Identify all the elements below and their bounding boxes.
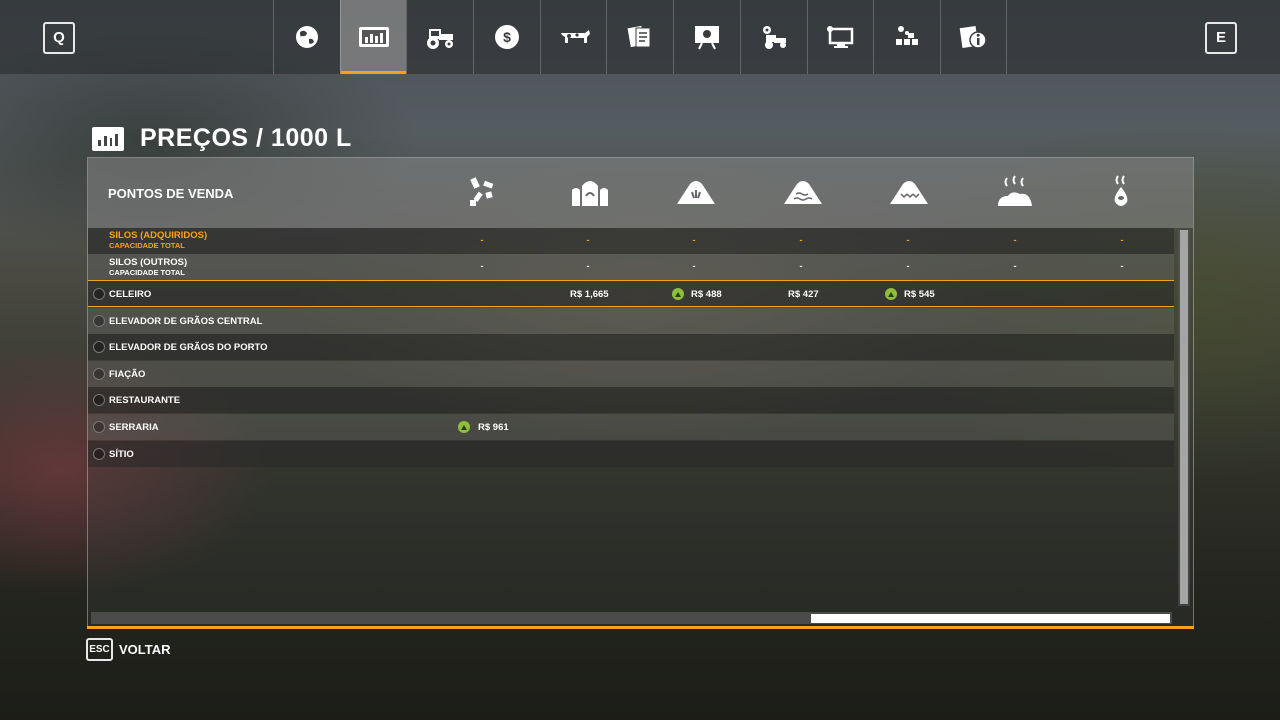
- prices-chart-icon: [358, 27, 389, 47]
- selling-point-name: CELEIRO: [109, 289, 152, 300]
- price-cell: R$ 488: [691, 289, 722, 300]
- svg-text:$: $: [503, 29, 511, 45]
- price-cell: R$ 1,665: [570, 289, 609, 300]
- page-title: PREÇOS / 1000 L: [140, 124, 352, 152]
- liquid-manure-icon: [1098, 170, 1146, 214]
- silo-capacity-value: -: [692, 261, 696, 271]
- tractor-icon: [427, 29, 454, 49]
- silo-capacity-value: -: [480, 261, 484, 271]
- table-row[interactable]: RESTAURANTE: [88, 387, 1174, 413]
- silo-capacity-value: -: [586, 261, 590, 271]
- prices-table: PONTOS DE VENDA SILOS (ADQUIRIDOS) CAPAC…: [87, 157, 1194, 627]
- tab-prices[interactable]: [339, 0, 407, 74]
- hotspot-icon[interactable]: [93, 394, 105, 406]
- price-cell: R$ 545: [904, 289, 935, 300]
- silo-capacity-value: -: [799, 235, 803, 245]
- selling-point-name: SÍTIO: [109, 449, 134, 460]
- table-row[interactable]: ELEVADOR DE GRÃOS DO PORTO: [88, 334, 1174, 360]
- tab-garage-computer[interactable]: [806, 0, 874, 74]
- table-header: PONTOS DE VENDA: [88, 158, 1193, 228]
- wool-icon: [566, 170, 614, 214]
- production-icon: [896, 26, 919, 45]
- vehicle-settings-icon: [762, 26, 786, 49]
- canola-icon: [885, 170, 933, 214]
- help-info-icon: [959, 25, 987, 49]
- silo-capacity-value: -: [1120, 235, 1124, 245]
- tab-vehicles[interactable]: [406, 0, 473, 74]
- table-row[interactable]: SERRARIA R$ 961: [88, 414, 1174, 440]
- horizontal-scrollbar[interactable]: [91, 612, 1172, 624]
- hotspot-icon[interactable]: [93, 315, 105, 327]
- table-row[interactable]: SÍTIO: [88, 441, 1174, 467]
- tab-contracts[interactable]: [606, 0, 673, 74]
- panel-divider: [87, 626, 1194, 629]
- silo-capacity-value: -: [1120, 261, 1124, 271]
- tab-tutorials[interactable]: [673, 0, 740, 74]
- tutorial-board-icon: [694, 26, 719, 50]
- selling-point-name: RESTAURANTE: [109, 395, 181, 406]
- vertical-scrollbar-thumb[interactable]: [1180, 230, 1188, 604]
- hotspot-icon[interactable]: [93, 341, 105, 353]
- esc-key-icon: ESC: [86, 638, 113, 661]
- manure-icon: [991, 170, 1039, 214]
- silo-capacity-value: -: [906, 261, 910, 271]
- tab-vehicle-settings[interactable]: [739, 0, 807, 74]
- silo-row-label: SILOS (ADQUIRIDOS) CAPACIDADE TOTAL: [109, 230, 208, 250]
- hotspot-icon[interactable]: [93, 421, 105, 433]
- table-row[interactable]: CELEIRO R$ 1,665 R$ 488 R$ 427 R$ 545: [88, 280, 1174, 307]
- tab-map[interactable]: [273, 0, 340, 74]
- prices-chart-icon: [92, 126, 124, 151]
- barley-icon: [779, 170, 827, 214]
- cow-icon: [560, 30, 590, 43]
- selling-point-name: ELEVADOR DE GRÃOS DO PORTO: [109, 342, 268, 353]
- tab-help[interactable]: [939, 0, 1007, 74]
- silo-capacity-value: -: [480, 235, 484, 245]
- silo-capacity-value: -: [906, 235, 910, 245]
- selling-points-column-header: PONTOS DE VENDA: [108, 186, 234, 201]
- trend-up-icon: [672, 288, 684, 300]
- contracts-icon: [627, 25, 651, 48]
- hotspot-icon[interactable]: [93, 288, 105, 300]
- selling-point-name: FIAÇÃO: [109, 369, 146, 380]
- tab-production[interactable]: [873, 0, 940, 74]
- tab-animals[interactable]: [539, 0, 607, 74]
- selling-point-name: SERRARIA: [109, 422, 159, 433]
- hotspot-icon[interactable]: [93, 368, 105, 380]
- next-page-key[interactable]: E: [1205, 22, 1237, 54]
- silo-row-others: SILOS (OUTROS) CAPACIDADE TOTAL - - - - …: [88, 254, 1174, 280]
- silo-capacity-value: -: [1013, 261, 1017, 271]
- vertical-scrollbar[interactable]: [1178, 230, 1190, 606]
- computer-icon: [827, 26, 854, 48]
- wheat-icon: [672, 170, 720, 214]
- silo-capacity-value: -: [692, 235, 696, 245]
- silo-capacity-value: -: [586, 235, 590, 245]
- tab-finances[interactable]: $: [473, 0, 540, 74]
- silo-capacity-value: -: [799, 261, 803, 271]
- price-cell: R$ 961: [478, 422, 509, 433]
- trend-up-icon: [458, 421, 470, 433]
- back-label: VOLTAR: [119, 642, 171, 657]
- page-header: PREÇOS / 1000 L: [92, 124, 352, 153]
- horizontal-scrollbar-thumb[interactable]: [811, 614, 1170, 623]
- silo-row-label: SILOS (OUTROS) CAPACIDADE TOTAL: [109, 257, 188, 277]
- money-icon: $: [494, 25, 519, 49]
- wood-chips-icon: [460, 170, 508, 214]
- previous-page-key[interactable]: Q: [43, 22, 75, 54]
- back-button[interactable]: ESC VOLTAR: [86, 638, 171, 661]
- silo-row-owned: SILOS (ADQUIRIDOS) CAPACIDADE TOTAL - - …: [88, 228, 1174, 254]
- trend-up-icon: [885, 288, 897, 300]
- price-cell: R$ 427: [788, 289, 819, 300]
- menu-tabs: $: [273, 0, 1007, 74]
- silo-capacity-value: -: [1013, 235, 1017, 245]
- table-row[interactable]: ELEVADOR DE GRÃOS CENTRAL: [88, 308, 1174, 334]
- table-row[interactable]: FIAÇÃO: [88, 361, 1174, 387]
- globe-icon: [295, 26, 318, 48]
- selling-point-name: ELEVADOR DE GRÃOS CENTRAL: [109, 316, 263, 327]
- hotspot-icon[interactable]: [93, 448, 105, 460]
- top-navigation-bar: Q $ E: [0, 0, 1280, 74]
